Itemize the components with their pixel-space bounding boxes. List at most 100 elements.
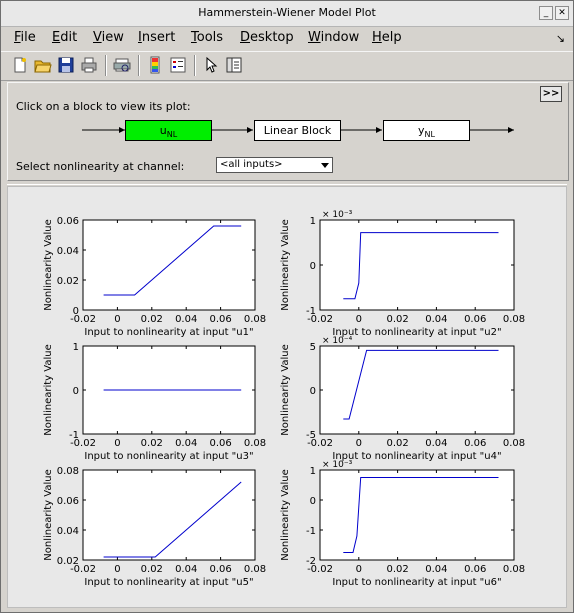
x-tick-label: 0: [356, 438, 362, 449]
y-axis-label: Nonlinearity Value: [43, 219, 54, 310]
x-tick-label: 0: [114, 438, 120, 449]
y-tick-label: 0.06: [57, 496, 79, 507]
menu-mnemonic: D: [240, 30, 251, 45]
y-tick-label: -2: [306, 556, 316, 567]
menu-label: indow: [320, 30, 360, 45]
y-tick-label: 0.02: [57, 556, 79, 567]
x-tick-label: 0: [356, 314, 362, 325]
menu-label: nsert: [141, 30, 176, 45]
x-axis-label: Input to nonlinearity at input "u3": [84, 451, 253, 462]
y-tick-label: 0: [310, 261, 316, 272]
axes-box: [319, 219, 515, 311]
y-tick-label: 0.04: [57, 246, 79, 257]
x-tick-label: 0.06: [464, 438, 486, 449]
nonlinearity-plots: -0.02 0 0.02 0.04 0.06 0.0800.020.040.06Input…: [43, 210, 525, 588]
pointer-icon[interactable]: [202, 56, 220, 74]
y-tick-label: -1: [306, 526, 316, 537]
menu-edit[interactable]: Edit: [52, 30, 77, 45]
y-tick-label: 1: [310, 466, 316, 477]
menu-file[interactable]: File: [14, 30, 36, 45]
minimize-button[interactable]: _: [539, 6, 553, 20]
print-icon[interactable]: [80, 56, 98, 74]
colorbar-icon[interactable]: [146, 56, 164, 74]
y-tick-label: 0: [73, 386, 79, 397]
input-nl-label: u: [159, 124, 167, 137]
input-nl-subscript: NL: [166, 130, 178, 140]
title-bar: Hammerstein-Wiener Model Plot _ ✕: [1, 1, 573, 27]
x-axis-label: Input to nonlinearity at input "u6": [332, 577, 501, 588]
y-tick-label: 0: [310, 386, 316, 397]
x-axis-label: Input to nonlinearity at input "u4": [332, 451, 501, 462]
axis-exponent-label: × 10⁻⁴: [322, 336, 353, 346]
channel-select-value: <all inputs>: [220, 159, 283, 170]
y-tick-label: 0.08: [57, 466, 79, 477]
panel-divider: [7, 184, 567, 185]
menu-mnemonic: W: [308, 30, 321, 45]
menu-label: elp: [381, 30, 402, 45]
legend-icon[interactable]: [169, 56, 187, 74]
menu-label: esktop: [250, 30, 294, 45]
new-file-icon[interactable]: [11, 56, 29, 74]
x-axis-label: Input to nonlinearity at input "u1": [84, 327, 253, 338]
x-tick-label: 0.02: [141, 564, 163, 575]
y-tick-label: -1: [306, 306, 316, 317]
input-nonlinearity-block[interactable]: uNL: [125, 120, 212, 141]
output-nonlinearity-block[interactable]: yNL: [383, 120, 470, 141]
channel-select[interactable]: <all inputs>: [216, 157, 333, 173]
menu-window[interactable]: Window: [308, 30, 359, 45]
menu-bar: File Edit View Insert Tools Desktop Window Help: [1, 27, 573, 49]
menu-mnemonic: V: [93, 30, 102, 45]
chevron-down-icon: [321, 163, 329, 168]
menu-label: dit: [60, 30, 78, 45]
y-axis-label: Nonlinearity Value: [280, 469, 291, 560]
menu-label: ile: [20, 30, 36, 45]
print-preview-icon[interactable]: [113, 56, 131, 74]
x-tick-label: 0.04: [175, 314, 197, 325]
close-button[interactable]: ✕: [555, 6, 569, 20]
y-tick-label: 1: [73, 342, 79, 353]
menu-help[interactable]: Help: [372, 30, 402, 45]
x-tick-label: 0.02: [386, 564, 408, 575]
axes-box: [319, 469, 515, 561]
x-tick-label: 0: [114, 314, 120, 325]
x-tick-label: 0.04: [425, 314, 447, 325]
dock-arrow-icon[interactable]: ↘: [556, 32, 565, 45]
y-tick-label: 5: [310, 342, 316, 353]
menu-mnemonic: H: [372, 30, 382, 45]
axis-exponent-label: × 10⁻³: [322, 460, 353, 470]
x-tick-label: 0.08: [503, 314, 525, 325]
x-tick-label: 0.08: [244, 438, 266, 449]
x-tick-label: 0.02: [386, 314, 408, 325]
toolbar: [1, 51, 573, 81]
axes-box: [82, 469, 256, 561]
property-editor-icon[interactable]: [225, 56, 243, 74]
linear-block[interactable]: Linear Block: [254, 120, 341, 141]
x-tick-label: 0.02: [141, 314, 163, 325]
menu-view[interactable]: View: [93, 30, 124, 45]
x-tick-label: 0.06: [464, 564, 486, 575]
y-axis-label: Nonlinearity Value: [280, 344, 291, 435]
save-icon[interactable]: [57, 56, 75, 74]
open-folder-icon[interactable]: [34, 56, 52, 74]
menu-desktop[interactable]: Desktop: [240, 30, 294, 45]
x-tick-label: 0.08: [244, 564, 266, 575]
x-tick-label: 0.08: [244, 314, 266, 325]
y-tick-label: 0: [310, 496, 316, 507]
toolbar-separator: [105, 55, 107, 76]
x-tick-label: 0.04: [425, 564, 447, 575]
menu-label: ools: [196, 30, 224, 45]
axes-box: [319, 345, 515, 435]
x-axis-label: Input to nonlinearity at input "u5": [84, 577, 253, 588]
toolbar-separator: [138, 55, 140, 76]
x-axis-label: Input to nonlinearity at input "u2": [332, 327, 501, 338]
expand-toggle-button[interactable]: >>: [540, 86, 562, 102]
x-tick-label: 0.02: [141, 438, 163, 449]
toolbar-separator: [194, 55, 196, 76]
x-tick-label: 0.08: [503, 564, 525, 575]
menu-insert[interactable]: Insert: [138, 30, 175, 45]
y-tick-label: -1: [69, 430, 79, 441]
x-tick-label: 0.06: [209, 438, 231, 449]
y-tick-label: 0.06: [57, 216, 79, 227]
menu-tools[interactable]: Tools: [191, 30, 223, 45]
y-axis-label: Nonlinearity Value: [43, 344, 54, 435]
